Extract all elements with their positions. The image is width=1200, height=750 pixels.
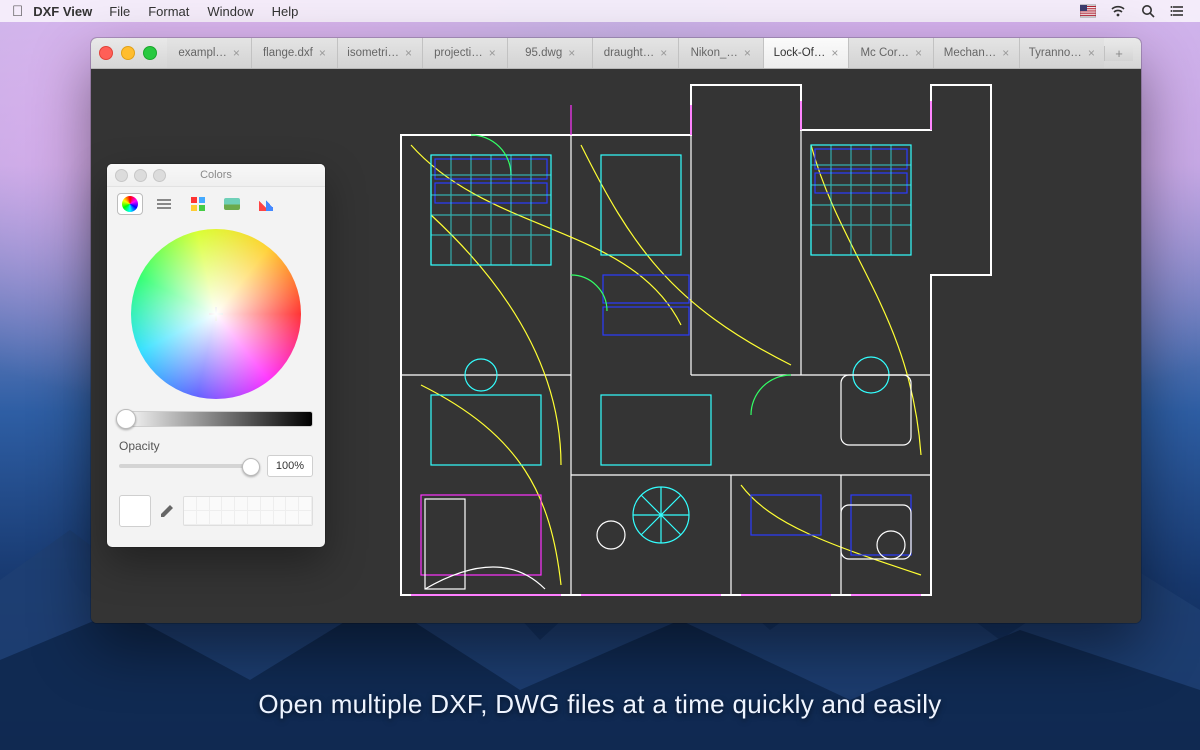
tab-9[interactable]: Mechan… ×: [933, 38, 1018, 68]
tab-0[interactable]: exampl… ×: [167, 38, 251, 68]
panel-minimize-button[interactable]: [134, 169, 147, 182]
tab-close-icon[interactable]: ×: [489, 47, 496, 59]
floorplan-drawing: [371, 75, 1011, 620]
tab-close-icon[interactable]: ×: [1002, 47, 1009, 59]
tab-10[interactable]: Tyranno… ×: [1019, 38, 1104, 68]
tab-close-icon[interactable]: ×: [319, 47, 326, 59]
color-mode-wheel[interactable]: [117, 193, 143, 215]
notification-center-icon[interactable]: [1170, 3, 1186, 19]
opacity-slider-thumb[interactable]: [242, 458, 260, 476]
color-mode-palettes[interactable]: [185, 193, 211, 215]
opacity-value[interactable]: 100%: [267, 455, 313, 477]
tab-close-icon[interactable]: ×: [831, 47, 838, 59]
tab-close-icon[interactable]: ×: [1088, 47, 1095, 59]
tab-label: Lock-Of…: [774, 47, 826, 59]
opacity-slider[interactable]: [119, 464, 259, 468]
tab-label: draught…: [604, 47, 655, 59]
tab-close-icon[interactable]: ×: [405, 47, 412, 59]
menu-file[interactable]: File: [100, 4, 139, 19]
panel-close-button[interactable]: [115, 169, 128, 182]
panel-zoom-button[interactable]: [153, 169, 166, 182]
tab-4[interactable]: 95.dwg ×: [507, 38, 592, 68]
app-name[interactable]: DXF View: [33, 4, 100, 19]
tab-label: isometri…: [347, 47, 399, 59]
tab-close-icon[interactable]: ×: [915, 47, 922, 59]
minimize-window-button[interactable]: [121, 46, 135, 60]
window-traffic-lights: [99, 46, 157, 60]
brightness-slider-thumb[interactable]: [116, 409, 136, 429]
tab-label: Mechan…: [944, 47, 996, 59]
tab-close-icon[interactable]: ×: [660, 47, 667, 59]
apple-menu-icon[interactable]: : [12, 4, 33, 19]
tab-1[interactable]: flange.dxf ×: [251, 38, 336, 68]
color-mode-sliders[interactable]: [151, 193, 177, 215]
color-mode-crayons[interactable]: [253, 193, 279, 215]
tab-close-icon[interactable]: ×: [744, 47, 751, 59]
tab-label: 95.dwg: [525, 47, 562, 59]
system-menubar:  DXF View File Format Window Help: [0, 0, 1200, 22]
zoom-window-button[interactable]: [143, 46, 157, 60]
tab-6[interactable]: Nikon_… ×: [678, 38, 763, 68]
menu-format[interactable]: Format: [139, 4, 198, 19]
menu-help[interactable]: Help: [263, 4, 308, 19]
tab-label: projecti…: [434, 47, 483, 59]
window-titlebar[interactable]: exampl…×flange.dxf×isometri…×projecti…×9…: [91, 38, 1141, 69]
tab-3[interactable]: projecti… ×: [422, 38, 507, 68]
input-source-icon[interactable]: [1080, 3, 1096, 19]
tab-8[interactable]: Mc Cor… ×: [848, 38, 933, 68]
tab-label: Tyranno…: [1029, 47, 1082, 59]
desktop-wallpaper:  DXF View File Format Window Help: [0, 0, 1200, 750]
opacity-label: Opacity: [107, 427, 325, 455]
color-wheel[interactable]: [131, 229, 301, 399]
eyedropper-icon[interactable]: [159, 503, 175, 519]
brightness-slider[interactable]: [119, 411, 313, 427]
tab-label: Nikon_…: [691, 47, 738, 59]
tab-5[interactable]: draught… ×: [592, 38, 677, 68]
colors-panel-title: Colors: [200, 169, 232, 181]
tab-strip: exampl…×flange.dxf×isometri…×projecti…×9…: [167, 38, 1104, 68]
swatch-grid[interactable]: [183, 496, 313, 526]
menu-window[interactable]: Window: [198, 4, 262, 19]
color-mode-image[interactable]: [219, 193, 245, 215]
tab-7[interactable]: Lock-Of… ×: [763, 38, 848, 68]
tab-label: flange.dxf: [263, 47, 313, 59]
promo-caption: Open multiple DXF, DWG files at a time q…: [0, 689, 1200, 720]
current-color-swatch[interactable]: [119, 495, 151, 527]
new-tab-button[interactable]: +: [1104, 46, 1133, 61]
close-window-button[interactable]: [99, 46, 113, 60]
tab-label: Mc Cor…: [860, 47, 909, 59]
tab-2[interactable]: isometri… ×: [337, 38, 422, 68]
colors-panel-titlebar[interactable]: Colors: [107, 164, 325, 187]
tab-close-icon[interactable]: ×: [568, 47, 575, 59]
tab-label: exampl…: [178, 47, 227, 59]
tab-close-icon[interactable]: ×: [233, 47, 240, 59]
color-mode-tabs: [107, 187, 325, 221]
spotlight-icon[interactable]: [1140, 3, 1156, 19]
colors-panel[interactable]: Colors Opacity 100%: [107, 164, 325, 547]
color-wheel-cursor-icon: [209, 307, 223, 321]
wifi-icon[interactable]: [1110, 3, 1126, 19]
